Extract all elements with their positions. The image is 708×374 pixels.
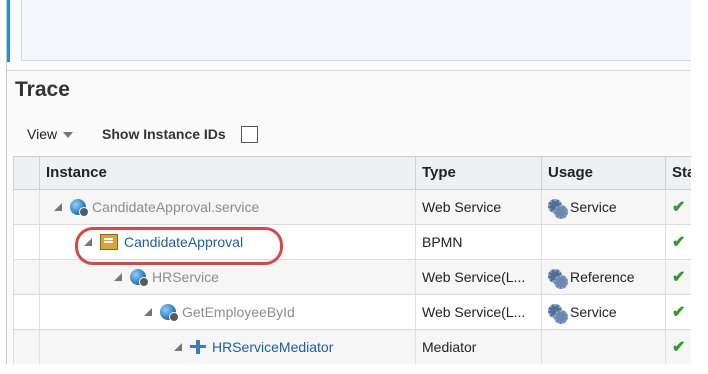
bpmn-process-icon xyxy=(100,234,118,250)
instance-cell: HRService xyxy=(39,260,415,294)
row-spacer xyxy=(13,260,39,294)
state-cell: ✔ xyxy=(665,295,691,329)
table-row[interactable]: CandidateApproval BPMN ✔ xyxy=(13,225,691,260)
tree-node: GetEmployeeById xyxy=(144,295,295,329)
table-row[interactable]: HRService Web Service(L... Reference ✔ xyxy=(13,260,691,295)
state-cell: ✔ xyxy=(665,190,691,224)
instance-cell: GetEmployeeById xyxy=(39,295,415,329)
tree-node: CandidateApproval xyxy=(84,225,243,259)
header-state[interactable]: Sta xyxy=(665,157,691,189)
top-panel xyxy=(21,0,691,61)
usage-label: Service xyxy=(570,199,617,215)
page: Trace View Show Instance IDs Instance Ty… xyxy=(6,0,691,364)
header-usage[interactable]: Usage xyxy=(541,157,665,189)
header-instance[interactable]: Instance xyxy=(39,157,415,189)
section-divider xyxy=(7,70,691,71)
mediator-icon xyxy=(190,340,206,354)
service-gear-icon xyxy=(548,199,568,220)
grid-header: Instance Type Usage Sta xyxy=(13,156,691,190)
usage-label: Service xyxy=(570,304,617,320)
state-cell: ✔ xyxy=(665,260,691,294)
web-service-globe-icon xyxy=(160,304,179,322)
collapse-triangle-icon[interactable] xyxy=(114,273,122,281)
instance-name: HRService xyxy=(152,269,219,285)
instance-name: GetEmployeeById xyxy=(182,304,295,320)
table-row[interactable]: HRServiceMediator Mediator ✔ xyxy=(13,330,691,364)
usage-cell: Service xyxy=(541,190,665,224)
green-check-icon: ✔ xyxy=(672,269,686,286)
web-service-globe-icon xyxy=(70,199,89,217)
tree-node: HRServiceMediator xyxy=(174,330,333,364)
show-instance-ids-label: Show Instance IDs xyxy=(102,126,226,142)
table-row[interactable]: CandidateApproval.service Web Service Serv… xyxy=(13,190,691,225)
instance-cell: HRServiceMediator xyxy=(39,330,415,364)
usage-cell xyxy=(541,330,665,364)
usage-label: Reference xyxy=(570,269,635,285)
instance-name[interactable]: HRServiceMediator xyxy=(212,330,333,364)
web-service-globe-icon xyxy=(130,269,149,287)
table-row[interactable]: GetEmployeeById Web Service(L... Service ✔ xyxy=(13,295,691,330)
instance-name[interactable]: CandidateApproval xyxy=(124,225,243,259)
collapse-triangle-icon[interactable] xyxy=(144,308,152,316)
collapse-triangle-icon[interactable] xyxy=(174,343,182,351)
row-spacer xyxy=(13,225,39,259)
green-check-icon: ✔ xyxy=(672,199,686,216)
type-cell: Mediator xyxy=(415,330,541,364)
row-spacer xyxy=(13,330,39,364)
service-gear-icon xyxy=(548,304,568,325)
header-type[interactable]: Type xyxy=(415,157,541,189)
usage-cell xyxy=(541,225,665,259)
tree-node: HRService xyxy=(114,260,219,294)
instance-cell: CandidateApproval xyxy=(39,225,415,259)
type-cell: Web Service(L... xyxy=(415,260,541,294)
state-cell: ✔ xyxy=(665,225,691,259)
green-check-icon: ✔ xyxy=(672,234,686,251)
green-check-icon: ✔ xyxy=(672,339,686,356)
usage-cell: Reference xyxy=(541,260,665,294)
view-menu-button[interactable]: View xyxy=(27,126,74,142)
grid-body: CandidateApproval.service Web Service Serv… xyxy=(13,190,691,364)
row-spacer xyxy=(13,190,39,224)
trace-grid: Instance Type Usage Sta CandidateApprova… xyxy=(13,156,691,364)
accent-bar xyxy=(7,0,10,62)
trace-section-title: Trace xyxy=(15,78,70,101)
trace-toolbar: View Show Instance IDs xyxy=(7,120,691,148)
instance-name: CandidateApproval.service xyxy=(92,199,260,215)
green-check-icon: ✔ xyxy=(672,304,686,321)
reference-gear-icon xyxy=(548,269,568,290)
type-cell: Web Service xyxy=(415,190,541,224)
type-cell: BPMN xyxy=(415,225,541,259)
view-menu-label: View xyxy=(27,126,58,142)
usage-cell: Service xyxy=(541,295,665,329)
collapse-triangle-icon[interactable] xyxy=(84,238,92,246)
instance-cell: CandidateApproval.service xyxy=(39,190,415,224)
tree-node: CandidateApproval.service xyxy=(54,190,259,224)
show-instance-ids-checkbox[interactable] xyxy=(241,126,258,143)
chevron-down-icon xyxy=(63,132,74,139)
row-spacer xyxy=(13,295,39,329)
collapse-triangle-icon[interactable] xyxy=(54,203,62,211)
type-cell: Web Service(L... xyxy=(415,295,541,329)
state-cell: ✔ xyxy=(665,330,691,364)
header-spacer xyxy=(13,157,39,189)
